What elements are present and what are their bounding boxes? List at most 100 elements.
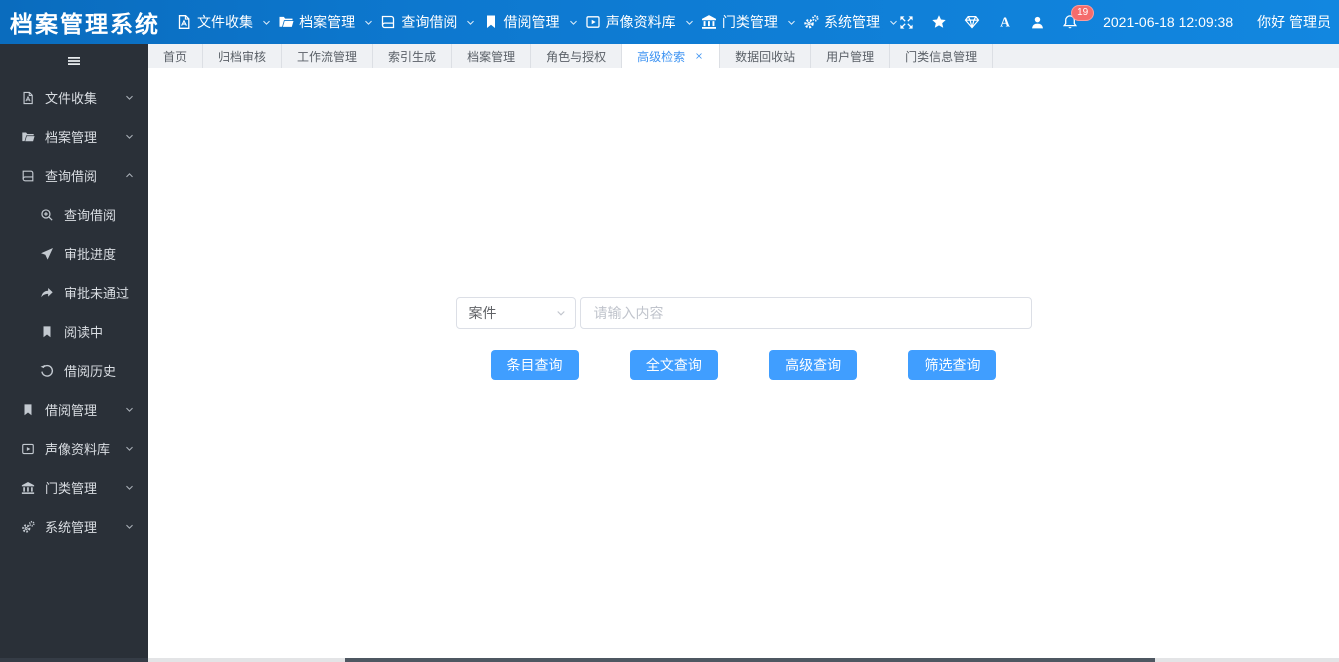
- fulltext-query-button[interactable]: 全文查询: [629, 350, 718, 380]
- sidebar-subitem-label: 查询借阅: [64, 208, 117, 223]
- font-size-icon[interactable]: [997, 14, 1013, 30]
- sidebar-item-borrow-management[interactable]: 借阅管理: [0, 390, 148, 429]
- search-row: 案件: [455, 297, 1032, 329]
- sidebar-item-label: 文件收集: [45, 91, 98, 106]
- nav-item-system-management[interactable]: 系统管理: [803, 12, 899, 32]
- tab-workflow-management[interactable]: 工作流管理: [282, 44, 374, 68]
- nav-item-media-library[interactable]: 声像资料库: [585, 12, 695, 32]
- tab-user-management[interactable]: 用户管理: [811, 44, 891, 68]
- sidebar-subitem-approval-progress[interactable]: 审批进度: [0, 234, 148, 273]
- tab-advanced-search[interactable]: 高级检索: [622, 44, 721, 68]
- filter-query-button[interactable]: 筛选查询: [908, 350, 997, 380]
- hamburger-icon: [66, 53, 82, 69]
- sidebar-item-query-borrow[interactable]: 查询借阅: [0, 156, 148, 195]
- sidebar-subitem-approval-rejected[interactable]: 审批未通过: [0, 273, 148, 312]
- sidebar-subitem-label: 阅读中: [64, 325, 104, 340]
- notification-badge: 19: [1071, 5, 1095, 21]
- folder-open-icon: [21, 130, 35, 144]
- media-icon: [585, 14, 601, 30]
- nav-label: 声像资料库: [605, 14, 676, 30]
- media-icon: [21, 442, 35, 456]
- horizontal-scrollbar: [0, 658, 1339, 662]
- tab-label: 归档审核: [218, 49, 267, 64]
- chevron-down-icon: [363, 17, 374, 28]
- tab-recycle-bin[interactable]: 数据回收站: [720, 44, 812, 68]
- tab-category-info-management[interactable]: 门类信息管理: [890, 44, 994, 68]
- sidebar-subitem-label: 审批进度: [64, 247, 117, 262]
- chevron-down-icon: [124, 131, 135, 142]
- search-input[interactable]: [579, 297, 1032, 329]
- chevron-down-icon: [465, 17, 476, 28]
- sidebar-item-archive-management[interactable]: 档案管理: [0, 117, 148, 156]
- bank-icon: [21, 481, 35, 495]
- gem-icon[interactable]: [964, 14, 980, 30]
- tab-label: 角色与授权: [546, 49, 607, 64]
- chevron-down-icon: [124, 443, 135, 454]
- chevron-up-icon: [124, 170, 135, 181]
- sidebar-subitem-label: 借阅历史: [64, 364, 117, 379]
- select-value: 案件: [468, 305, 497, 321]
- chevron-down-icon: [124, 92, 135, 103]
- nav-item-query-borrow[interactable]: 查询借阅: [380, 12, 476, 32]
- search-type-select[interactable]: 案件: [455, 297, 576, 329]
- tab-label: 工作流管理: [297, 49, 358, 64]
- bank-icon: [701, 14, 717, 30]
- sidebar-item-label: 查询借阅: [45, 169, 98, 184]
- sidebar-item-label: 门类管理: [45, 481, 98, 496]
- sidebar-item-system-management[interactable]: 系统管理: [0, 507, 148, 546]
- user-icon[interactable]: [1030, 15, 1045, 30]
- close-icon[interactable]: [694, 51, 704, 61]
- sidebar-item-label: 系统管理: [45, 520, 98, 535]
- nav-label: 档案管理: [299, 14, 356, 30]
- sidebar-item-label: 档案管理: [45, 130, 98, 145]
- sidebar-item-label: 声像资料库: [45, 442, 111, 457]
- entry-query-button[interactable]: 条目查询: [490, 350, 579, 380]
- nav-label: 文件收集: [197, 14, 253, 30]
- nav-label: 借阅管理: [503, 14, 560, 30]
- tab-index-generation[interactable]: 索引生成: [373, 44, 453, 68]
- chevron-down-icon: [555, 307, 567, 319]
- advanced-query-button[interactable]: 高级查询: [769, 350, 858, 380]
- sidebar-subitem-borrow-history[interactable]: 借阅历史: [0, 351, 148, 390]
- header-utilities: 19 2021-06-18 12:09:38 你好 管理员: [899, 5, 1339, 32]
- bookmark-icon: [40, 325, 54, 339]
- chevron-down-icon: [888, 17, 899, 28]
- search-plus-icon: [40, 208, 54, 222]
- collapse-sidebar-button[interactable]: [0, 44, 148, 78]
- nav-item-borrow-management[interactable]: 借阅管理: [483, 12, 579, 32]
- sidebar-subitem-reading[interactable]: 阅读中: [0, 312, 148, 351]
- sidebar-item-category-management[interactable]: 门类管理: [0, 468, 148, 507]
- folder-open-icon: [278, 14, 294, 30]
- greeting-text[interactable]: 你好 管理员: [1257, 12, 1331, 32]
- bookmark-icon: [483, 14, 499, 30]
- app-title: 档案管理系统: [10, 11, 160, 37]
- sidebar-item-label: 借阅管理: [45, 403, 98, 418]
- redo-arrow-icon: [40, 286, 54, 300]
- chevron-down-icon: [124, 404, 135, 415]
- notifications-bell[interactable]: 19: [1062, 5, 1095, 30]
- sidebar-subitem-query-borrow[interactable]: 查询借阅: [0, 195, 148, 234]
- nav-label: 查询借阅: [401, 14, 458, 30]
- star-icon[interactable]: [931, 14, 947, 30]
- sidebar-item-file-collection[interactable]: 文件收集: [0, 78, 148, 117]
- file-icon: [176, 14, 192, 30]
- gears-icon: [803, 14, 819, 30]
- tab-label: 数据回收站: [735, 49, 796, 64]
- tab-roles-authorization[interactable]: 角色与授权: [531, 44, 623, 68]
- nav-item-category-management[interactable]: 门类管理: [701, 12, 797, 32]
- chevron-down-icon: [568, 17, 579, 28]
- tab-label: 索引生成: [388, 49, 437, 64]
- nav-item-archive-management[interactable]: 档案管理: [278, 12, 374, 32]
- nav-label: 门类管理: [721, 14, 778, 30]
- tab-home[interactable]: 首页: [148, 44, 204, 68]
- tab-archive-management[interactable]: 档案管理: [452, 44, 532, 68]
- scrollbar-corner: [0, 658, 148, 662]
- top-header: 档案管理系统 文件收集 档案管理 查询借阅 借阅管理 声像资料库 门类管理 系统…: [0, 0, 1339, 44]
- tab-archive-review[interactable]: 归档审核: [203, 44, 283, 68]
- nav-item-file-collection[interactable]: 文件收集: [176, 12, 272, 32]
- book-icon: [380, 14, 396, 30]
- history-icon: [40, 364, 54, 378]
- expand-icon[interactable]: [899, 15, 914, 30]
- scrollbar-thumb[interactable]: [345, 658, 1155, 662]
- sidebar-item-media-library[interactable]: 声像资料库: [0, 429, 148, 468]
